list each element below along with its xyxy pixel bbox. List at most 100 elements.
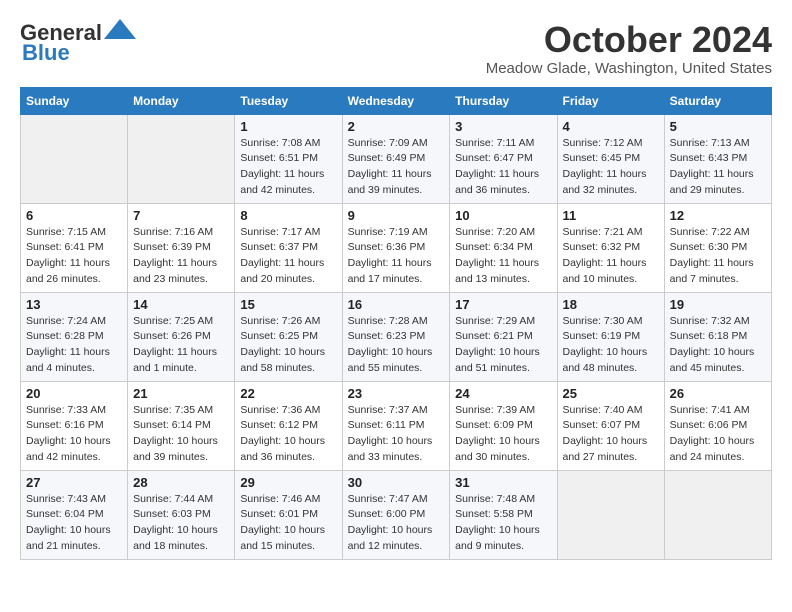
day-number: 17 (455, 297, 551, 312)
day-detail: Sunrise: 7:33 AM Sunset: 6:16 PM Dayligh… (26, 403, 122, 466)
day-detail: Sunrise: 7:09 AM Sunset: 6:49 PM Dayligh… (348, 136, 445, 199)
day-detail: Sunrise: 7:35 AM Sunset: 6:14 PM Dayligh… (133, 403, 229, 466)
day-number: 8 (240, 208, 336, 223)
calendar-cell: 21 Sunrise: 7:35 AM Sunset: 6:14 PM Dayli… (128, 381, 235, 470)
day-number: 23 (348, 386, 445, 401)
day-detail: Sunrise: 7:37 AM Sunset: 6:11 PM Dayligh… (348, 403, 445, 466)
day-number: 19 (670, 297, 766, 312)
calendar-cell: 11Sunrise: 7:21 AM Sunset: 6:32 PM Dayli… (557, 203, 664, 292)
calendar-cell: 27 Sunrise: 7:43 AM Sunset: 6:04 PM Dayli… (21, 470, 128, 559)
day-detail: Sunrise: 7:48 AM Sunset: 5:58 PM Dayligh… (455, 492, 551, 555)
calendar-cell (557, 470, 664, 559)
day-number: 30 (348, 475, 445, 490)
day-detail: Sunrise: 7:11 AM Sunset: 6:47 PM Dayligh… (455, 136, 551, 199)
day-detail: Sunrise: 7:17 AM Sunset: 6:37 PM Dayligh… (240, 225, 336, 288)
calendar-table: SundayMondayTuesdayWednesdayThursdayFrid… (20, 87, 772, 560)
calendar-cell: 25Sunrise: 7:40 AM Sunset: 6:07 PM Dayli… (557, 381, 664, 470)
day-detail: Sunrise: 7:29 AM Sunset: 6:21 PM Dayligh… (455, 314, 551, 377)
day-number: 13 (26, 297, 122, 312)
calendar-cell: 14 Sunrise: 7:25 AM Sunset: 6:26 PM Dayli… (128, 292, 235, 381)
calendar-cell: 4 Sunrise: 7:12 AM Sunset: 6:45 PM Daylig… (557, 114, 664, 203)
location: Meadow Glade, Washington, United States (486, 60, 772, 77)
day-detail: Sunrise: 7:24 AM Sunset: 6:28 PM Dayligh… (26, 314, 122, 377)
calendar-cell: 24Sunrise: 7:39 AM Sunset: 6:09 PM Dayli… (450, 381, 557, 470)
day-number: 1 (240, 119, 336, 134)
week-row-4: 20 Sunrise: 7:33 AM Sunset: 6:16 PM Dayli… (21, 381, 772, 470)
calendar-cell: 28 Sunrise: 7:44 AM Sunset: 6:03 PM Dayli… (128, 470, 235, 559)
calendar-cell: 29 Sunrise: 7:46 AM Sunset: 6:01 PM Dayli… (235, 470, 342, 559)
day-detail: Sunrise: 7:20 AM Sunset: 6:34 PM Dayligh… (455, 225, 551, 288)
calendar-cell (21, 114, 128, 203)
day-number: 24 (455, 386, 551, 401)
calendar-cell: 16Sunrise: 7:28 AM Sunset: 6:23 PM Dayli… (342, 292, 450, 381)
day-detail: Sunrise: 7:22 AM Sunset: 6:30 PM Dayligh… (670, 225, 766, 288)
day-number: 26 (670, 386, 766, 401)
weekday-header-friday: Friday (557, 87, 664, 114)
day-number: 10 (455, 208, 551, 223)
day-number: 2 (348, 119, 445, 134)
calendar-cell: 23 Sunrise: 7:37 AM Sunset: 6:11 PM Dayli… (342, 381, 450, 470)
day-detail: Sunrise: 7:44 AM Sunset: 6:03 PM Dayligh… (133, 492, 229, 555)
calendar-cell: 9 Sunrise: 7:19 AM Sunset: 6:36 PM Daylig… (342, 203, 450, 292)
day-detail: Sunrise: 7:19 AM Sunset: 6:36 PM Dayligh… (348, 225, 445, 288)
calendar-cell: 7 Sunrise: 7:16 AM Sunset: 6:39 PM Daylig… (128, 203, 235, 292)
weekday-header-sunday: Sunday (21, 87, 128, 114)
day-number: 9 (348, 208, 445, 223)
calendar-cell: 6Sunrise: 7:15 AM Sunset: 6:41 PM Daylig… (21, 203, 128, 292)
day-number: 29 (240, 475, 336, 490)
day-detail: Sunrise: 7:47 AM Sunset: 6:00 PM Dayligh… (348, 492, 445, 555)
day-number: 7 (133, 208, 229, 223)
calendar-cell: 10 Sunrise: 7:20 AM Sunset: 6:34 PM Dayli… (450, 203, 557, 292)
day-number: 20 (26, 386, 122, 401)
day-number: 18 (563, 297, 659, 312)
weekday-header-wednesday: Wednesday (342, 87, 450, 114)
day-number: 31 (455, 475, 551, 490)
day-number: 16 (348, 297, 445, 312)
day-detail: Sunrise: 7:40 AM Sunset: 6:07 PM Dayligh… (563, 403, 659, 466)
day-detail: Sunrise: 7:13 AM Sunset: 6:43 PM Dayligh… (670, 136, 766, 199)
day-detail: Sunrise: 7:32 AM Sunset: 6:18 PM Dayligh… (670, 314, 766, 377)
calendar-cell: 26 Sunrise: 7:41 AM Sunset: 6:06 PM Dayli… (664, 381, 771, 470)
calendar-cell: 8 Sunrise: 7:17 AM Sunset: 6:37 PM Daylig… (235, 203, 342, 292)
logo-blue: Blue (22, 40, 70, 66)
logo-icon (104, 19, 136, 39)
day-detail: Sunrise: 7:16 AM Sunset: 6:39 PM Dayligh… (133, 225, 229, 288)
calendar-cell: 31 Sunrise: 7:48 AM Sunset: 5:58 PM Dayli… (450, 470, 557, 559)
day-detail: Sunrise: 7:26 AM Sunset: 6:25 PM Dayligh… (240, 314, 336, 377)
calendar-cell: 12Sunrise: 7:22 AM Sunset: 6:30 PM Dayli… (664, 203, 771, 292)
calendar-cell: 1Sunrise: 7:08 AM Sunset: 6:51 PM Daylig… (235, 114, 342, 203)
day-detail: Sunrise: 7:21 AM Sunset: 6:32 PM Dayligh… (563, 225, 659, 288)
week-row-2: 6Sunrise: 7:15 AM Sunset: 6:41 PM Daylig… (21, 203, 772, 292)
day-number: 14 (133, 297, 229, 312)
day-number: 4 (563, 119, 659, 134)
day-detail: Sunrise: 7:43 AM Sunset: 6:04 PM Dayligh… (26, 492, 122, 555)
calendar-cell: 30 Sunrise: 7:47 AM Sunset: 6:00 PM Dayli… (342, 470, 450, 559)
calendar-cell: 5 Sunrise: 7:13 AM Sunset: 6:43 PM Daylig… (664, 114, 771, 203)
calendar-cell: 13 Sunrise: 7:24 AM Sunset: 6:28 PM Dayli… (21, 292, 128, 381)
weekday-header-saturday: Saturday (664, 87, 771, 114)
week-row-3: 13 Sunrise: 7:24 AM Sunset: 6:28 PM Dayli… (21, 292, 772, 381)
day-number: 27 (26, 475, 122, 490)
day-detail: Sunrise: 7:46 AM Sunset: 6:01 PM Dayligh… (240, 492, 336, 555)
day-number: 15 (240, 297, 336, 312)
day-detail: Sunrise: 7:30 AM Sunset: 6:19 PM Dayligh… (563, 314, 659, 377)
calendar-cell: 20 Sunrise: 7:33 AM Sunset: 6:16 PM Dayli… (21, 381, 128, 470)
weekday-header-row: SundayMondayTuesdayWednesdayThursdayFrid… (21, 87, 772, 114)
day-detail: Sunrise: 7:36 AM Sunset: 6:12 PM Dayligh… (240, 403, 336, 466)
calendar-cell: 17 Sunrise: 7:29 AM Sunset: 6:21 PM Dayli… (450, 292, 557, 381)
calendar-cell: 3Sunrise: 7:11 AM Sunset: 6:47 PM Daylig… (450, 114, 557, 203)
week-row-5: 27 Sunrise: 7:43 AM Sunset: 6:04 PM Dayli… (21, 470, 772, 559)
calendar-cell: 19 Sunrise: 7:32 AM Sunset: 6:18 PM Dayli… (664, 292, 771, 381)
calendar-cell: 15 Sunrise: 7:26 AM Sunset: 6:25 PM Dayli… (235, 292, 342, 381)
day-number: 5 (670, 119, 766, 134)
calendar-cell (128, 114, 235, 203)
day-detail: Sunrise: 7:41 AM Sunset: 6:06 PM Dayligh… (670, 403, 766, 466)
page-header: General Blue October 2024 Meadow Glade, … (20, 20, 772, 77)
day-detail: Sunrise: 7:12 AM Sunset: 6:45 PM Dayligh… (563, 136, 659, 199)
day-number: 21 (133, 386, 229, 401)
day-number: 6 (26, 208, 122, 223)
weekday-header-monday: Monday (128, 87, 235, 114)
day-detail: Sunrise: 7:25 AM Sunset: 6:26 PM Dayligh… (133, 314, 229, 377)
day-number: 22 (240, 386, 336, 401)
day-number: 28 (133, 475, 229, 490)
